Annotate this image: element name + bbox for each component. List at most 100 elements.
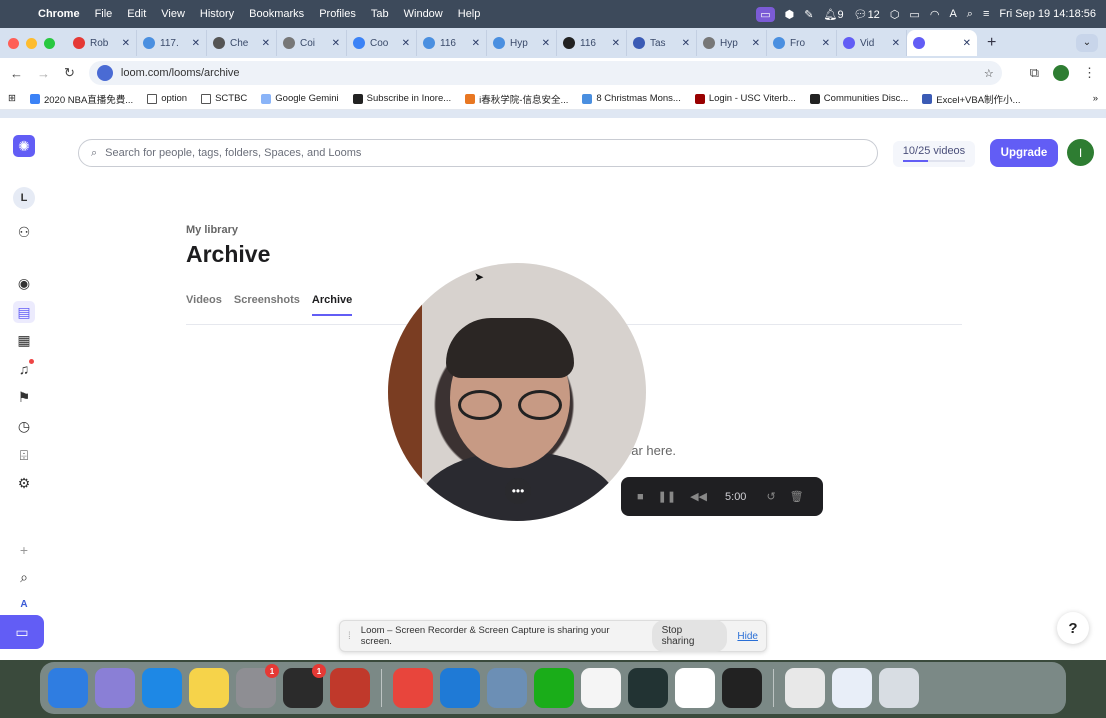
user-avatar[interactable]: I bbox=[1067, 139, 1094, 166]
loom-logo-icon[interactable]: ✺ bbox=[13, 135, 35, 157]
close-tab-icon[interactable]: ✕ bbox=[752, 38, 760, 49]
forward-icon[interactable]: → bbox=[37, 66, 50, 81]
add-icon[interactable]: + bbox=[13, 539, 35, 561]
stop-recording-icon[interactable]: ■ bbox=[637, 491, 644, 503]
minimize-window-button[interactable] bbox=[26, 37, 37, 49]
cube-icon[interactable]: ⬢ bbox=[785, 8, 795, 21]
close-tab-icon[interactable]: ✕ bbox=[682, 38, 690, 49]
trash-icon[interactable] bbox=[879, 668, 919, 708]
restart-icon[interactable]: ↺ bbox=[766, 490, 775, 503]
site-info-icon[interactable] bbox=[96, 65, 113, 81]
iphone-mirroring-icon[interactable] bbox=[330, 668, 370, 708]
search-input[interactable]: ⌕ Search for people, tags, folders, Spac… bbox=[78, 139, 878, 167]
history-clock-icon[interactable]: ◷ bbox=[13, 415, 35, 437]
calendar-icon[interactable]: ▦ bbox=[13, 329, 35, 351]
record-video-icon[interactable]: ▭ bbox=[0, 615, 44, 649]
hide-sharing-bar-link[interactable]: Hide bbox=[737, 631, 758, 642]
address-bar[interactable]: loom.com/looms/archive ☆ bbox=[88, 61, 1002, 85]
chrome-menu-icon[interactable]: ⋮ bbox=[1083, 65, 1096, 81]
bookmark-folder[interactable]: option bbox=[147, 92, 187, 106]
close-tab-icon[interactable]: ✕ bbox=[262, 38, 270, 49]
new-tab-button[interactable]: + bbox=[987, 34, 996, 52]
help-button[interactable]: ? bbox=[1057, 612, 1089, 644]
reload-icon[interactable]: ↻ bbox=[64, 65, 75, 81]
menu-window[interactable]: Window bbox=[404, 8, 443, 20]
browser-tab[interactable]: Hyp ✕ bbox=[697, 30, 767, 56]
extensions-icon[interactable]: ⧉ bbox=[1030, 65, 1039, 81]
browser-tab[interactable]: Tas ✕ bbox=[627, 30, 697, 56]
gift-icon[interactable]: ⌹ bbox=[13, 444, 35, 466]
tab-archive[interactable]: Archive bbox=[311, 294, 353, 316]
launchpad-icon[interactable] bbox=[95, 668, 135, 708]
browser-tab[interactable]: Rob ✕ bbox=[67, 30, 137, 56]
menu-edit[interactable]: Edit bbox=[127, 8, 146, 20]
upgrade-button[interactable]: Upgrade bbox=[990, 139, 1058, 167]
pause-recording-icon[interactable]: ❚❚ bbox=[658, 490, 676, 503]
apps-grid-icon[interactable]: ⊞ bbox=[8, 93, 16, 104]
safari-icon[interactable] bbox=[142, 668, 182, 708]
panda-icon[interactable] bbox=[675, 668, 715, 708]
camera-options-icon[interactable]: ••• bbox=[505, 478, 531, 504]
wechat-icon[interactable] bbox=[534, 668, 574, 708]
system-settings-icon[interactable]: 1 bbox=[236, 664, 279, 708]
control-center-icon[interactable]: ≡ bbox=[983, 8, 989, 20]
menu-tab[interactable]: Tab bbox=[371, 8, 389, 20]
tab-videos[interactable]: Videos bbox=[186, 294, 222, 306]
browser-tab[interactable]: ✕ bbox=[907, 30, 977, 56]
profile-avatar[interactable] bbox=[1053, 65, 1069, 81]
terminal-icon[interactable]: 1 bbox=[283, 664, 326, 708]
close-tab-icon[interactable]: ✕ bbox=[402, 38, 410, 49]
vpn-icon[interactable]: ⬡ bbox=[890, 8, 900, 21]
close-tab-icon[interactable]: ✕ bbox=[192, 38, 200, 49]
browser-tab[interactable]: 116 ✕ bbox=[557, 30, 627, 56]
spotlight-icon[interactable]: ⌕ bbox=[967, 8, 973, 21]
window-thumbnail-icon[interactable] bbox=[832, 668, 872, 708]
drag-handle-icon[interactable]: ⁞ bbox=[348, 631, 351, 642]
profile-icon[interactable]: ◉ bbox=[13, 272, 35, 294]
browser-tab[interactable]: Che ✕ bbox=[207, 30, 277, 56]
browser-tab[interactable]: 116 ✕ bbox=[417, 30, 487, 56]
menu-app-chrome[interactable]: Chrome bbox=[38, 8, 80, 20]
browser-tab[interactable]: Coo ✕ bbox=[347, 30, 417, 56]
tab-screenshots[interactable]: Screenshots bbox=[234, 294, 300, 306]
qq-icon[interactable] bbox=[581, 668, 621, 708]
menu-file[interactable]: File bbox=[95, 8, 113, 20]
preview-icon[interactable] bbox=[487, 668, 527, 708]
finder-icon[interactable] bbox=[48, 668, 88, 708]
menu-help[interactable]: Help bbox=[458, 8, 481, 20]
close-tab-icon[interactable]: ✕ bbox=[542, 38, 550, 49]
vscode-icon[interactable] bbox=[440, 668, 480, 708]
tab-search-button[interactable]: ⌄ bbox=[1076, 34, 1098, 52]
menu-clock[interactable]: Fri Sep 19 14:18:56 bbox=[999, 8, 1096, 20]
wechat-status-icon[interactable]: 💬︎12 bbox=[854, 8, 880, 21]
workspace-avatar[interactable]: L bbox=[13, 187, 35, 209]
bookmark-item[interactable]: i春秋学院-信息安全... bbox=[465, 92, 568, 106]
library-icon[interactable]: ▤ bbox=[13, 301, 35, 323]
activity-monitor-icon[interactable] bbox=[628, 668, 668, 708]
wifi-icon[interactable]: ◠ bbox=[930, 8, 940, 21]
delete-recording-icon[interactable]: 🗑︎ bbox=[790, 490, 804, 503]
close-tab-icon[interactable]: ✕ bbox=[822, 38, 830, 49]
close-tab-icon[interactable]: ✕ bbox=[892, 38, 900, 49]
browser-tab[interactable]: 117. ✕ bbox=[137, 30, 207, 56]
feather-icon[interactable]: ✎ bbox=[804, 8, 813, 21]
close-window-button[interactable] bbox=[8, 37, 19, 49]
bookmark-star-icon[interactable]: ☆ bbox=[984, 67, 994, 80]
notes-icon[interactable] bbox=[189, 668, 229, 708]
bookmark-item[interactable]: Communities Disc... bbox=[809, 92, 908, 106]
screen-recording-icon[interactable]: ▭ bbox=[756, 6, 775, 22]
document-icon[interactable] bbox=[785, 668, 825, 708]
close-tab-icon[interactable]: ✕ bbox=[963, 38, 971, 49]
breadcrumb[interactable]: My library bbox=[186, 224, 238, 236]
notifications-bell-icon[interactable]: ♫ bbox=[13, 358, 35, 380]
bookmark-icon[interactable]: ⚑ bbox=[13, 386, 35, 408]
search-icon[interactable]: ⌕ bbox=[13, 566, 35, 588]
bookmark-item[interactable]: Subscribe in Inore... bbox=[352, 92, 451, 106]
browser-tab[interactable]: Coi ✕ bbox=[277, 30, 347, 56]
menu-history[interactable]: History bbox=[200, 8, 234, 20]
input-source-icon[interactable]: A bbox=[949, 8, 956, 20]
browser-tab[interactable]: Vid ✕ bbox=[837, 30, 907, 56]
bell-icon[interactable]: 🔔︎9 bbox=[824, 8, 844, 21]
bookmark-item[interactable]: 2020 NBA直播免費... bbox=[29, 92, 133, 106]
settings-gear-icon[interactable]: ⚙ bbox=[13, 472, 35, 494]
